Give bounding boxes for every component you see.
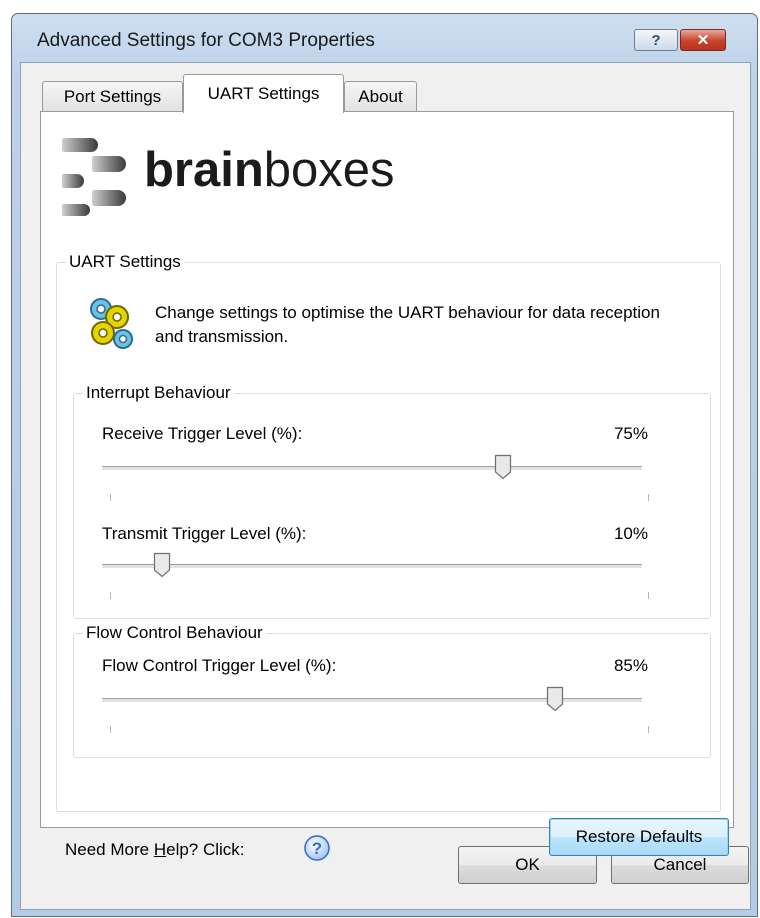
tab-port-settings[interactable]: Port Settings xyxy=(42,81,183,111)
question-mark-icon: ? xyxy=(651,31,661,49)
slider-tick-max xyxy=(648,726,649,733)
transmit-trigger-value: 10% xyxy=(613,524,648,543)
dialog-body: Port Settings UART Settings About brainb… xyxy=(20,62,751,910)
title-bar[interactable]: Advanced Settings for COM3 Properties ? … xyxy=(12,14,757,62)
tab-panel: brainboxes UART Settings Change settings… xyxy=(40,111,734,861)
uart-settings-group-label: UART Settings xyxy=(66,252,184,272)
slider-track[interactable] xyxy=(102,466,642,471)
slider-thumb[interactable] xyxy=(494,454,512,480)
slider-thumb[interactable] xyxy=(546,686,564,712)
receive-trigger-slider[interactable] xyxy=(102,454,649,504)
tab-about[interactable]: About xyxy=(344,81,417,111)
uart-description: Change settings to optimise the UART beh… xyxy=(155,303,660,346)
receive-trigger-label: Receive Trigger Level (%): xyxy=(102,424,303,443)
window-title: Advanced Settings for COM3 Properties xyxy=(37,30,375,51)
flow-trigger-slider[interactable] xyxy=(102,686,649,736)
flow-control-group: Flow Control Behaviour Flow Control Trig… xyxy=(73,623,711,758)
restore-defaults-button[interactable]: Restore Defaults xyxy=(549,818,729,856)
tab-uart-settings[interactable]: UART Settings xyxy=(183,74,344,113)
slider-tick-min xyxy=(110,726,111,733)
slider-tick-max xyxy=(648,494,649,501)
slider-tick-min xyxy=(110,494,111,501)
slider-tick-max xyxy=(648,592,649,599)
title-close-button[interactable]: ✕ xyxy=(680,29,726,51)
dialog-window: Advanced Settings for COM3 Properties ? … xyxy=(11,13,758,917)
slider-tick-min xyxy=(110,592,111,599)
gears-icon xyxy=(90,298,133,349)
title-help-button[interactable]: ? xyxy=(634,29,678,51)
brainboxes-logo: brainboxes xyxy=(62,134,522,226)
flow-trigger-value: 85% xyxy=(613,656,648,675)
transmit-trigger-label: Transmit Trigger Level (%): xyxy=(102,524,307,543)
interrupt-behaviour-group: Interrupt Behaviour Receive Trigger Leve… xyxy=(73,383,711,619)
flow-control-label: Flow Control Behaviour xyxy=(83,623,266,643)
flow-trigger-label: Flow Control Trigger Level (%): xyxy=(102,656,337,675)
slider-thumb[interactable] xyxy=(153,552,171,578)
uart-settings-group: UART Settings Change settings to optimis… xyxy=(56,252,721,812)
slider-track[interactable] xyxy=(102,564,642,569)
svg-text:?: ? xyxy=(312,839,322,858)
help-question-icon[interactable]: ? xyxy=(303,834,331,862)
transmit-trigger-slider[interactable] xyxy=(102,552,649,602)
help-prompt: Need More Help? Click: xyxy=(65,840,245,859)
interrupt-behaviour-label: Interrupt Behaviour xyxy=(83,383,234,403)
close-icon: ✕ xyxy=(696,32,710,49)
receive-trigger-value: 75% xyxy=(613,424,648,443)
